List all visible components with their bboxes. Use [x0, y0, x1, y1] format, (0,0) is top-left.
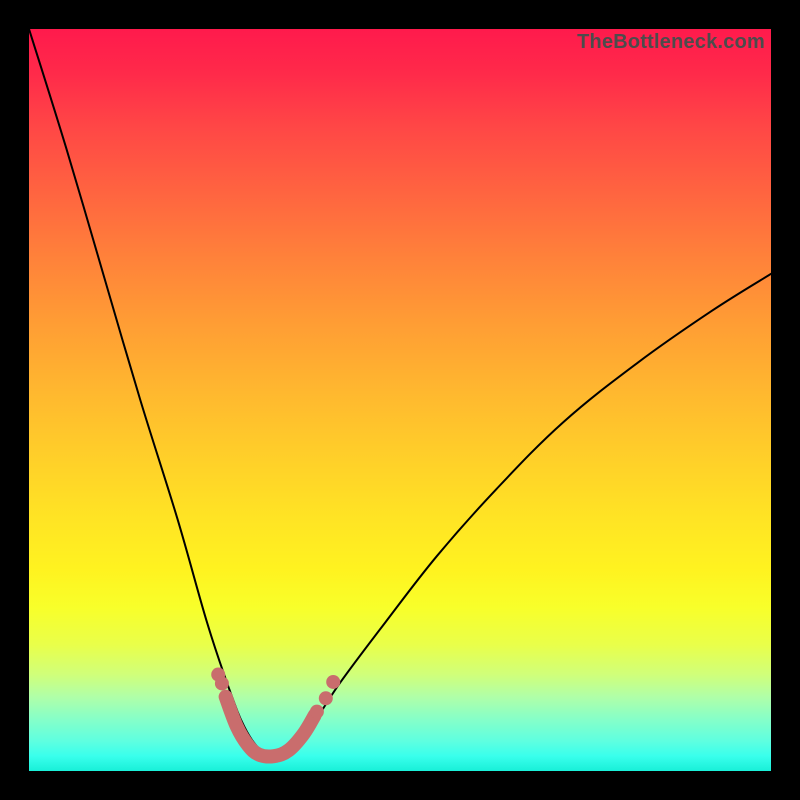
highlight-dot: [326, 675, 340, 689]
highlight-band: [226, 697, 315, 757]
highlight-dot: [310, 705, 324, 719]
plot-area: TheBottleneck.com: [29, 29, 771, 771]
highlight-dot: [319, 691, 333, 705]
curve-layer: [29, 29, 771, 757]
bottleneck-curve: [29, 29, 771, 756]
highlight-dot: [215, 676, 229, 690]
chart-svg: [29, 29, 771, 771]
watermark-text: TheBottleneck.com: [577, 31, 765, 54]
chart-frame: TheBottleneck.com: [0, 0, 800, 800]
